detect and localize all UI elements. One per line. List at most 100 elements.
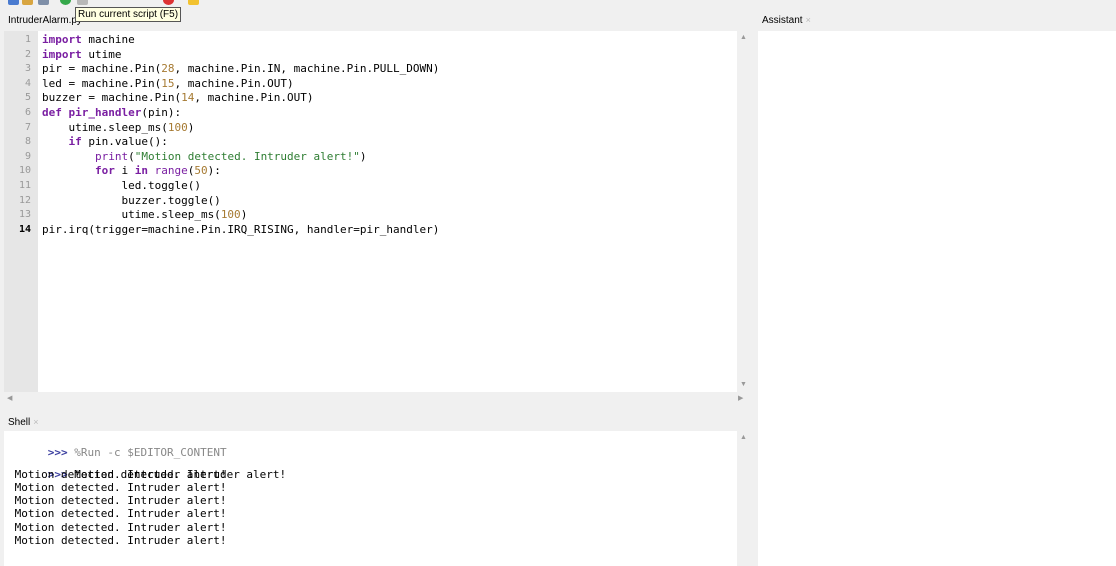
new-file-icon[interactable] [8,0,19,5]
code-text: pir.irq(trigger=machine.Pin.IRQ_RISING, … [42,223,439,238]
shell-console[interactable]: >>> %Run -c $EDITOR_CONTENT >>> Motion d… [4,431,737,566]
scroll-right-icon[interactable]: ▶ [738,395,743,403]
code-token: pir = machine.Pin( [42,62,162,76]
thonny-window: Run current script (F5) IntruderAlarm.py… [0,0,1116,566]
code-text: import machine [42,33,135,48]
scroll-down-icon[interactable]: ▼ [740,381,747,389]
run-icon[interactable] [60,0,71,5]
tab-shell[interactable]: Shell × [4,414,44,431]
code-line[interactable]: 14 pir.irq(trigger=machine.Pin.IRQ_RISING… [4,223,737,238]
code-line[interactable]: 9 print("Motion detected. Intruder alert… [4,150,737,165]
scroll-up-icon[interactable]: ▲ [740,434,747,442]
code-line[interactable]: 5 buzzer = machine.Pin(14, machine.Pin.OU… [4,91,737,106]
code-token: 100 [220,208,241,222]
code-line[interactable]: 11 led.toggle() [4,179,737,194]
editor-horizontal-scrollbar[interactable]: ◀ ▶ [4,392,750,405]
code-token: buzzer.toggle() [42,193,221,207]
code-token: pin.value(): [81,135,168,149]
tab-assistant[interactable]: Assistant × [758,12,818,29]
editor-vertical-scrollbar[interactable]: ▲ ▼ [737,31,750,392]
line-number: 11 [18,179,31,191]
code-token: 28 [161,62,175,76]
line-number: 6 [24,106,31,118]
shell-output-text: Motion detected. Intruder alert! [8,494,227,508]
line-number: 12 [18,194,31,206]
shell-output-text: Motion detected. Intruder alert! [8,507,227,521]
line-number: 2 [24,48,31,60]
shell-output-text: Motion detected. Intruder alert! [8,520,227,534]
open-file-icon[interactable] [22,0,33,5]
code-token: for [94,164,115,178]
code-token: , machine.Pin.IN, machine.Pin.PULL_DOWN) [174,62,440,76]
code-token: buzzer = machine.Pin( [42,91,182,105]
code-text: buzzer = machine.Pin(14, machine.Pin.OUT… [42,91,314,106]
code-lines: 1 import machine 2 import utime 3 pir = machi… [4,33,737,237]
shell-vertical-scrollbar[interactable]: ▲ [737,431,750,566]
stop-icon[interactable] [163,0,174,5]
run-tooltip: Run current script (F5) [75,7,182,22]
code-token: ( [128,149,135,163]
code-token: 50 [194,164,208,178]
line-number: 1 [24,34,31,45]
line-number: 9 [24,150,31,162]
shell-output-line: Motion detected. Intruder alert! [4,468,737,481]
code-line[interactable]: 4 led = machine.Pin(15, machine.Pin.OUT) [4,77,737,92]
close-icon[interactable]: × [33,417,38,427]
code-text: buzzer.toggle() [42,193,221,209]
code-text: led.toggle() [42,178,201,194]
code-token: utime.sleep_ms( [42,120,168,134]
toolbar [0,0,1116,6]
code-token: 15 [161,76,175,90]
debug-icon[interactable] [77,0,88,5]
line-number: 13 [18,209,31,221]
code-line[interactable]: 8 if pin.value(): [4,135,737,150]
code-line[interactable]: 1 import machine [4,33,737,48]
shell-output-line: Motion detected. Intruder alert! [4,534,737,547]
shell-output-text: Motion detected. Intruder alert! [8,467,227,481]
code-token: range [154,164,188,178]
code-token: def [42,105,62,119]
close-icon[interactable]: × [806,15,811,25]
line-number: 8 [24,136,31,148]
scroll-left-icon[interactable]: ◀ [7,395,12,403]
shell-output-line: Motion detected. Intruder alert! [4,521,737,534]
code-text: led = machine.Pin(15, machine.Pin.OUT) [42,77,294,92]
code-text: utime.sleep_ms(100) [42,121,194,136]
code-text: utime.sleep_ms(100) [42,208,247,223]
code-token: machine [81,33,135,46]
shell-command-line: >>> %Run -c $EDITOR_CONTENT [4,433,737,459]
code-token: ) [240,208,248,222]
line-number: 7 [24,121,31,133]
code-line[interactable]: 12 buzzer.toggle() [4,194,737,209]
tab-label: Shell [8,417,31,428]
code-line[interactable]: 3 pir = machine.Pin(28, machine.Pin.IN, m… [4,62,737,77]
code-editor[interactable]: 1 import machine 2 import utime 3 pir = machi… [4,31,737,392]
code-line[interactable]: 6 def pir_handler(pin): [4,106,737,121]
code-token: led = machine.Pin( [42,76,162,90]
shell-prompt: >>> [47,446,68,460]
scroll-up-icon[interactable]: ▲ [740,34,747,42]
code-token: pir.irq(trigger=machine.Pin.IRQ_RISING, … [42,222,440,236]
code-token: 14 [181,91,195,105]
save-file-icon[interactable] [38,0,49,5]
shell-output-text: Motion detected. Intruder alert! [8,480,227,494]
shell-output-line: Motion detected. Intruder alert! [4,507,737,520]
zoom-icon[interactable] [188,0,199,5]
line-number: 5 [24,92,31,104]
code-token: ): [207,164,221,178]
code-token: ) [187,120,195,134]
code-token: , machine.Pin.OUT) [174,76,294,90]
code-line[interactable]: 7 utime.sleep_ms(100) [4,121,737,136]
code-line[interactable]: 2 import utime [4,48,737,63]
code-line[interactable]: 13 utime.sleep_ms(100) [4,208,737,223]
code-text: print("Motion detected. Intruder alert!"… [42,150,367,165]
shell-output-text: Motion detected. Intruder alert! [8,534,227,548]
code-token: led.toggle() [42,178,201,192]
tab-label: Assistant [762,15,803,26]
code-line[interactable]: 10 for i in range(50): [4,164,737,179]
code-token: , machine.Pin.OUT) [194,91,314,105]
